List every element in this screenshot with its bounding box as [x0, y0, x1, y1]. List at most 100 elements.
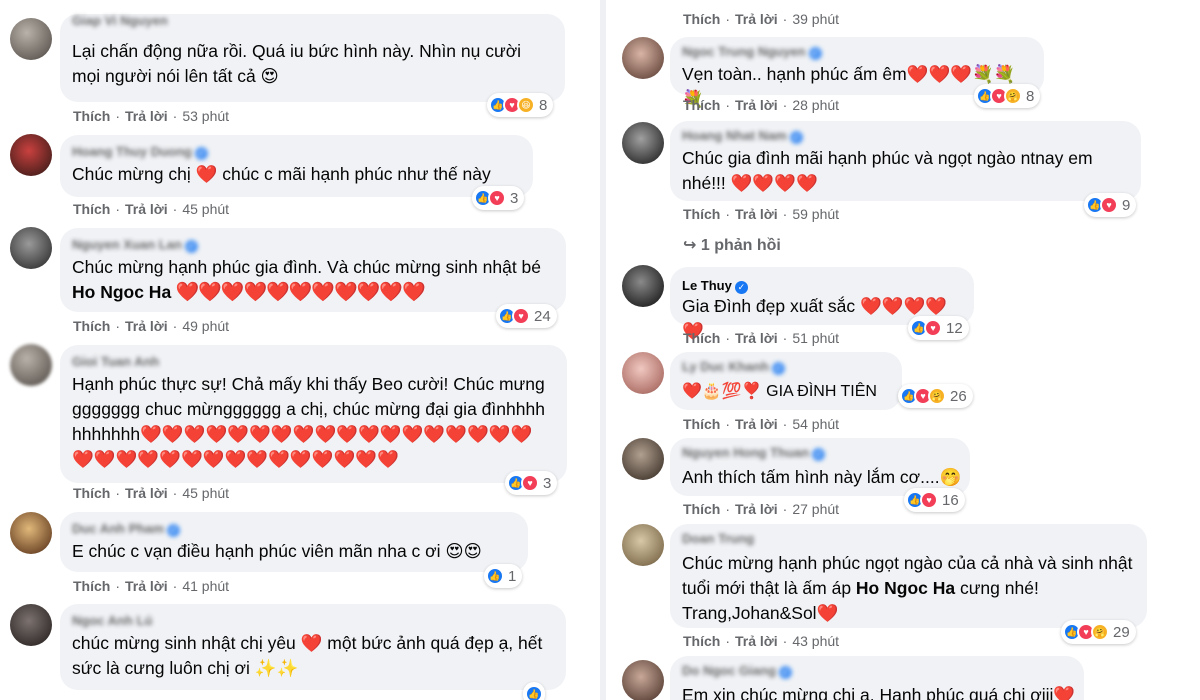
avatar[interactable] [622, 524, 664, 566]
reply-link[interactable]: Trả lời [125, 485, 168, 501]
comment-author[interactable]: Do Ngoc Giang ✓ [682, 662, 792, 679]
reply-link[interactable]: Trả lời [735, 206, 778, 222]
avatar[interactable] [10, 227, 52, 269]
love-reaction-icon: ♥ [920, 491, 938, 509]
like-link[interactable]: Thích [683, 330, 720, 346]
avatar[interactable] [10, 134, 52, 176]
reply-link[interactable]: Trả lời [735, 633, 778, 649]
comment-text: Chúc mừng chị ❤️ chúc c mãi hạnh phúc nh… [72, 164, 491, 184]
avatar[interactable] [622, 352, 664, 394]
comment-author[interactable]: Nguyen Xuan Lan ✓ [72, 236, 198, 253]
like-link[interactable]: Thích [683, 11, 720, 27]
comment-time[interactable]: 41 phút [182, 578, 229, 594]
avatar[interactable] [10, 604, 52, 646]
reply-link[interactable]: Trả lời [735, 416, 778, 432]
reaction-summary[interactable]: 👍 ♥ 🤗 26 [898, 384, 973, 408]
avatar[interactable] [10, 512, 52, 554]
like-link[interactable]: Thích [73, 318, 110, 334]
comment-bubble: Hoang Thuy Duong ✓ Chúc mừng chị ❤️ chúc … [60, 135, 533, 197]
comment-actions: Thích · Trả lời · 59 phút [683, 206, 840, 222]
comment-author[interactable]: Duc Anh Pham ✓ [72, 520, 180, 537]
reaction-summary[interactable]: 👍 ♥ 24 [496, 304, 557, 328]
reply-link[interactable]: Trả lời [735, 501, 778, 517]
reply-link[interactable]: Trả lời [125, 201, 168, 217]
comment-author[interactable]: Hoang Nhat Nam ✓ [682, 127, 803, 144]
comment-author[interactable]: Ngoc Trung Nguyen ✓ [682, 43, 822, 60]
verified-badge-icon: ✓ [812, 448, 826, 461]
comment-actions: Thích · Trả lời · 45 phút [73, 485, 230, 501]
like-link[interactable]: Thích [683, 416, 720, 432]
comment-time[interactable]: 51 phút [792, 330, 839, 346]
reaction-count: 24 [534, 307, 551, 325]
reaction-summary[interactable]: 👍 ♥ 🤗 29 [1061, 620, 1136, 644]
reaction-summary[interactable]: 👍 1 [484, 564, 523, 588]
comment-actions: Thích · Trả lời · 41 phút [73, 578, 230, 594]
comment-time[interactable]: 49 phút [182, 318, 229, 334]
avatar[interactable] [10, 344, 52, 386]
verified-badge-icon: ✓ [808, 47, 822, 60]
view-replies-link[interactable]: ↪ 1 phản hồi [683, 235, 781, 255]
reaction-count: 3 [543, 474, 552, 492]
like-link[interactable]: Thích [73, 485, 110, 501]
reaction-summary[interactable]: 👍 ♥ 12 [908, 316, 969, 340]
verified-badge-icon: ✓ [184, 240, 198, 253]
reaction-summary[interactable]: 👍 ♥ 16 [904, 488, 965, 512]
comment-author[interactable]: Giap Vi Nguyen [72, 12, 168, 29]
comment-author[interactable]: Le Thuy ✓ [682, 277, 748, 294]
comment-text: Anh thích tấm hình này lắm cơ....🤭 [682, 467, 962, 487]
avatar[interactable] [622, 438, 664, 480]
comment-text: chúc mừng sinh nhật chị yêu ❤️ một bức ả… [72, 633, 543, 678]
comment-time[interactable]: 39 phút [792, 11, 839, 27]
like-link[interactable]: Thích [683, 501, 720, 517]
comment-time[interactable]: 54 phút [792, 416, 839, 432]
comment-text: Lại chấn động nữa rồi. Quá iu bức hình n… [72, 41, 522, 86]
reaction-summary[interactable]: 👍 ♥ 🤗 8 [974, 84, 1041, 108]
comment-bubble: Nguyen Xuan Lan ✓ Chúc mừng hạnh phúc gia… [60, 228, 566, 312]
avatar[interactable] [10, 18, 52, 60]
like-link[interactable]: Thích [683, 633, 720, 649]
avatar[interactable] [622, 122, 664, 164]
reaction-summary[interactable]: 👍 [523, 682, 545, 700]
reply-link[interactable]: Trả lời [735, 11, 778, 27]
mention-link[interactable]: Ho Ngoc Ha [856, 578, 955, 598]
comment-time[interactable]: 59 phút [792, 206, 839, 222]
avatar[interactable] [622, 37, 664, 79]
reply-link[interactable]: Trả lời [735, 330, 778, 346]
reaction-summary[interactable]: 👍 ♥ 3 [472, 186, 525, 210]
verified-badge-icon: ✓ [789, 131, 803, 144]
care-reaction-icon: 🤗 [1004, 87, 1022, 105]
reply-link[interactable]: Trả lời [125, 108, 168, 124]
comment-time[interactable]: 43 phút [792, 633, 839, 649]
comment-author[interactable]: Ly Duc Khanh ✓ [682, 358, 785, 375]
comment-time[interactable]: 45 phút [182, 485, 229, 501]
comment-bubble: Hoang Nhat Nam ✓ Chúc gia đình mãi hạnh p… [670, 121, 1141, 201]
comment-text: Em xin chúc mừng chị ạ. Hạnh phúc quá ch… [682, 685, 1076, 700]
comment-time[interactable]: 53 phút [182, 108, 229, 124]
like-link[interactable]: Thích [683, 206, 720, 222]
like-reaction-icon: 👍 [525, 685, 543, 700]
like-link[interactable]: Thích [73, 108, 110, 124]
reaction-count: 1 [508, 567, 517, 585]
comment-bubble: Duc Anh Pham ✓ E chúc c vạn điều hạnh phú… [60, 512, 528, 572]
avatar[interactable] [622, 660, 664, 700]
comment-author[interactable]: Doan Trung [682, 530, 754, 547]
comment-author[interactable]: Nguyen Hong Thuan ✓ [682, 444, 826, 461]
reply-link[interactable]: Trả lời [125, 578, 168, 594]
like-link[interactable]: Thích [73, 578, 110, 594]
comment-time[interactable]: 45 phút [182, 201, 229, 217]
comment-time[interactable]: 27 phút [792, 501, 839, 517]
reply-link[interactable]: Trả lời [125, 318, 168, 334]
reaction-count: 8 [1026, 87, 1035, 105]
reply-link[interactable]: Trả lời [735, 97, 778, 113]
reaction-summary[interactable]: 👍 ♥ 3 [505, 471, 558, 495]
reaction-summary[interactable]: 👍 ♥ 😆 8 [487, 93, 554, 117]
comment-author[interactable]: Hoang Thuy Duong ✓ [72, 143, 208, 160]
comment-author[interactable]: Ngoc Anh Lú [72, 612, 152, 629]
comment-time[interactable]: 28 phút [792, 97, 839, 113]
mention-link[interactable]: Ho Ngoc Ha [72, 282, 171, 302]
like-link[interactable]: Thích [683, 97, 720, 113]
comment-author[interactable]: Gioi Tuan Anh [72, 353, 159, 370]
avatar[interactable] [622, 265, 664, 307]
reaction-summary[interactable]: 👍 ♥ 9 [1084, 193, 1137, 217]
like-link[interactable]: Thích [73, 201, 110, 217]
